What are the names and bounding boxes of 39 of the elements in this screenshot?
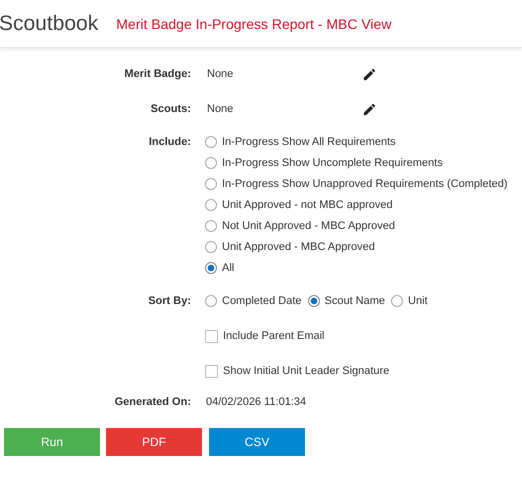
radio-button[interactable] xyxy=(205,178,217,190)
edit-icon[interactable] xyxy=(362,66,377,82)
action-button[interactable]: PDF xyxy=(106,428,202,456)
action-button[interactable]: Run xyxy=(4,428,100,456)
field-value: None xyxy=(207,103,234,115)
field-value: 04/02/2026 11:01:34 xyxy=(206,396,306,408)
field-value: None xyxy=(207,68,234,80)
page-title: Merit Badge In-Progress Report - MBC View xyxy=(116,16,392,32)
field-label: Generated On: xyxy=(114,396,191,408)
edit-icon[interactable] xyxy=(362,102,377,116)
checkbox[interactable] xyxy=(205,364,218,378)
radio-button[interactable] xyxy=(308,295,320,307)
radio-button[interactable] xyxy=(205,262,217,274)
option-label: Scout Name xyxy=(324,295,386,307)
option-label: Unit xyxy=(408,295,428,307)
field-label: Include: xyxy=(148,135,191,149)
app-name: Scoutbook xyxy=(0,12,98,36)
option-label: Unit Approved - MBC Approved xyxy=(222,241,375,253)
action-button[interactable]: CSV xyxy=(209,428,305,456)
field-label: Sort By: xyxy=(147,295,191,307)
option-label: In-Progress Show All Requirements xyxy=(222,136,396,148)
radio-button[interactable] xyxy=(205,199,217,211)
radio-button[interactable] xyxy=(205,136,217,148)
radio-button[interactable] xyxy=(205,157,217,169)
checkbox-label: Include Parent Email xyxy=(223,330,324,342)
radio-button[interactable] xyxy=(205,220,217,232)
option-label: Not Unit Approved - MBC Approved xyxy=(222,220,396,232)
option-label: In-Progress Show Uncomplete Requirements xyxy=(222,157,443,169)
radio-button[interactable] xyxy=(391,295,404,307)
option-label: Completed Date xyxy=(222,295,302,307)
field-label: Scouts: xyxy=(150,103,191,115)
checkbox[interactable] xyxy=(205,330,218,342)
radio-button[interactable] xyxy=(205,241,217,253)
field-label: Merit Badge: xyxy=(123,68,191,80)
option-label: In-Progress Show Unapproved Requirements (Completed) xyxy=(222,178,508,190)
option-label: All xyxy=(222,262,234,274)
option-label: Unit Approved - not MBC approved xyxy=(222,199,393,211)
radio-button[interactable] xyxy=(205,295,217,307)
checkbox-label: Show Initial Unit Leader Signature xyxy=(223,365,390,377)
